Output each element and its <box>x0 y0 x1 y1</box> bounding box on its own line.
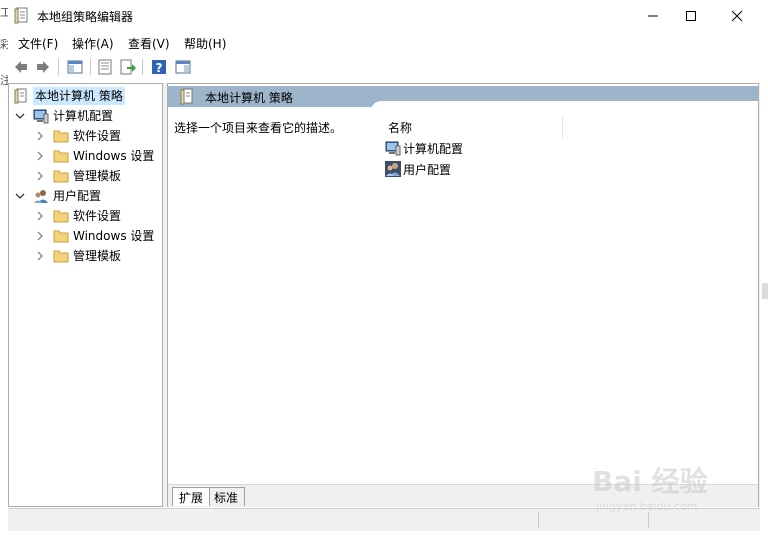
watermark-brand: Bai 经验 <box>592 465 708 498</box>
chevron-right-icon[interactable] <box>35 211 45 221</box>
details-header-title: 本地计算机 策略 <box>205 91 293 105</box>
details-pane: 本地计算机 策略 选择一个项目来查看它的描述。 名称 计算机配置 用户配置 扩展… <box>167 83 759 507</box>
list-item-label: 用户配置 <box>403 162 452 177</box>
tree-root-local-computer-policy[interactable]: 本地计算机 策略 <box>13 86 125 106</box>
menu-view[interactable]: 查看(V) <box>128 35 170 52</box>
column-header-label: 名称 <box>388 121 413 135</box>
tree-item-user-software-settings[interactable]: 软件设置 <box>35 206 121 226</box>
toolbar-separator <box>90 59 91 75</box>
close-button[interactable] <box>714 0 760 31</box>
tree-item-user-windows-settings[interactable]: Windows 设置 <box>35 226 154 246</box>
folder-icon <box>53 208 69 224</box>
column-divider[interactable] <box>562 116 563 138</box>
policy-document-icon <box>13 88 29 104</box>
policy-document-icon <box>179 88 195 105</box>
policy-document-icon <box>14 7 30 24</box>
chevron-right-icon[interactable] <box>35 171 45 181</box>
tree-label: 计算机配置 <box>53 109 114 123</box>
menu-action[interactable]: 操作(A) <box>72 35 114 52</box>
export-list-button[interactable] <box>119 58 137 76</box>
tree-label: 管理模板 <box>73 169 122 183</box>
tree-label: 软件设置 <box>73 209 122 223</box>
properties-icon <box>98 59 112 75</box>
edge-right-mark <box>762 283 768 299</box>
back-button[interactable] <box>12 58 30 76</box>
folder-icon <box>53 168 69 184</box>
forward-arrow-icon <box>37 61 49 73</box>
properties-button[interactable] <box>96 58 114 76</box>
users-icon <box>385 161 401 177</box>
edge-mark-2: 彩 <box>0 38 8 51</box>
tree-label: 管理模板 <box>73 249 122 263</box>
show-hide-tree-button[interactable] <box>66 58 84 76</box>
chevron-right-icon[interactable] <box>35 151 45 161</box>
column-header-name[interactable]: 名称 <box>386 116 563 138</box>
tree-item-computer-windows-settings[interactable]: Windows 设置 <box>35 146 154 166</box>
users-icon <box>33 188 49 204</box>
console-tree[interactable]: 本地计算机 策略 计算机配置 软件设置 Windows 设置 管理模板 用户配置… <box>8 83 163 507</box>
menu-help[interactable]: 帮助(H) <box>184 35 226 52</box>
list-item-user-config[interactable]: 用户配置 <box>385 159 451 179</box>
tree-label: 软件设置 <box>73 129 122 143</box>
tree-label: 本地计算机 策略 <box>33 87 125 105</box>
tree-label: Windows 设置 <box>73 229 155 243</box>
tree-label: Windows 设置 <box>73 149 155 163</box>
minimize-icon <box>648 15 658 16</box>
tree-item-user-admin-templates[interactable]: 管理模板 <box>35 246 121 266</box>
baidu-watermark: Bai 经验 jingyan.baidu.com <box>592 452 762 522</box>
maximize-icon <box>686 10 696 21</box>
export-list-icon <box>120 59 136 75</box>
chevron-right-icon[interactable] <box>35 131 45 141</box>
chevron-down-icon[interactable] <box>15 111 25 121</box>
computer-icon <box>385 140 401 156</box>
tree-item-user-config[interactable]: 用户配置 <box>15 186 101 206</box>
title-bar[interactable]: 本地组策略编辑器 <box>0 0 768 31</box>
tree-item-computer-admin-templates[interactable]: 管理模板 <box>35 166 121 186</box>
back-arrow-icon <box>15 61 27 73</box>
toolbar-separator <box>142 59 143 75</box>
maximize-button[interactable] <box>668 0 714 31</box>
tree-item-computer-config[interactable]: 计算机配置 <box>15 106 113 126</box>
toolbar-separator <box>58 59 59 75</box>
tree-label: 用户配置 <box>53 189 102 203</box>
tab-extended[interactable]: 扩展 <box>172 487 210 506</box>
edge-mark-3: 注 <box>0 74 8 87</box>
list-item-label: 计算机配置 <box>403 141 464 156</box>
svg-text:?: ? <box>156 61 163 75</box>
show-hide-action-pane-icon <box>175 60 191 74</box>
status-divider <box>538 512 539 528</box>
show-hide-action-pane-button[interactable] <box>174 58 192 76</box>
forward-button[interactable] <box>34 58 52 76</box>
list-item-computer-config[interactable]: 计算机配置 <box>385 138 463 158</box>
folder-icon <box>53 228 69 244</box>
menu-file[interactable]: 文件(F) <box>18 35 58 52</box>
computer-icon <box>33 108 49 124</box>
tab-standard[interactable]: 标准 <box>208 487 245 506</box>
edge-mark-1: 工 <box>0 6 8 19</box>
menu-bar: 文件(F) 操作(A) 查看(V) 帮助(H) <box>8 32 760 54</box>
folder-icon <box>53 128 69 144</box>
window-title: 本地组策略编辑器 <box>37 10 134 24</box>
folder-icon <box>53 248 69 264</box>
close-icon <box>731 10 743 21</box>
chevron-right-icon[interactable] <box>35 231 45 241</box>
chevron-right-icon[interactable] <box>35 251 45 261</box>
chevron-down-icon[interactable] <box>15 191 25 201</box>
client-area: 本地计算机 策略 计算机配置 软件设置 Windows 设置 管理模板 用户配置… <box>8 83 760 507</box>
help-icon: ? <box>152 60 166 75</box>
toolbar: ? <box>8 55 760 80</box>
tree-item-computer-software-settings[interactable]: 软件设置 <box>35 126 121 146</box>
item-description: 选择一个项目来查看它的描述。 <box>174 121 343 135</box>
help-button[interactable]: ? <box>150 58 168 76</box>
watermark-url: jingyan.baidu.com <box>596 500 698 513</box>
show-hide-console-tree-icon <box>67 60 83 74</box>
folder-icon <box>53 148 69 164</box>
gpedit-window: 本地组策略编辑器 工 彩 注 文件(F) 操作(A) 查看(V) 帮助(H) ?… <box>0 0 768 537</box>
